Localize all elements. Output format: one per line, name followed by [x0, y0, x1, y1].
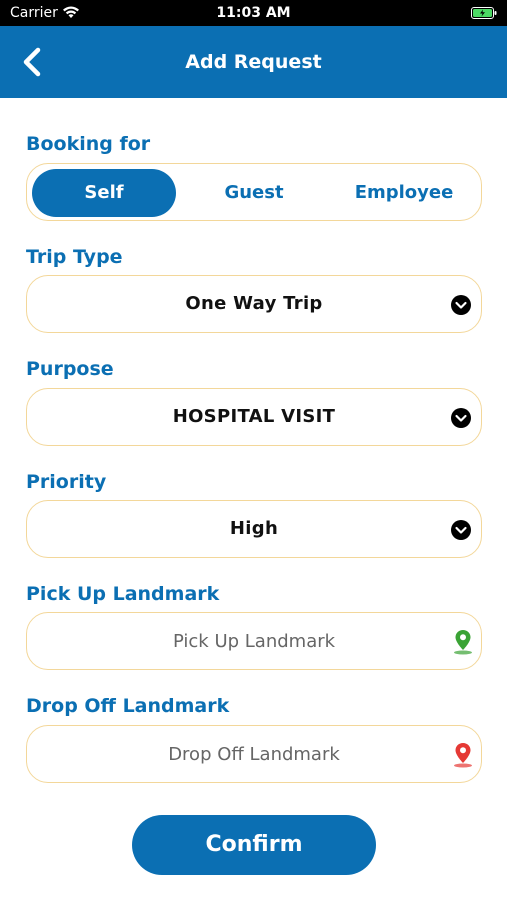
status-bar: Carrier 11:03 AM — [0, 0, 507, 26]
booking-for-label: Booking for — [26, 133, 151, 155]
dropoff-landmark-label: Drop Off Landmark — [26, 695, 230, 717]
booking-option-self[interactable]: Self — [32, 169, 176, 217]
priority-value: High — [229, 518, 279, 539]
trip-type-select[interactable]: One Way Trip — [26, 275, 482, 333]
battery-charging-icon — [471, 7, 497, 19]
pickup-landmark-field — [26, 612, 482, 670]
nav-header: Add Request — [0, 26, 507, 98]
confirm-button[interactable]: Confirm — [132, 815, 376, 875]
map-pin-red-icon[interactable] — [451, 741, 475, 769]
chevron-down-icon — [451, 520, 471, 540]
booking-option-employee[interactable]: Employee — [332, 169, 476, 217]
purpose-value: HOSPITAL VISIT — [172, 406, 336, 427]
pickup-landmark-label: Pick Up Landmark — [26, 583, 220, 605]
purpose-label: Purpose — [26, 358, 114, 380]
trip-type-value: One Way Trip — [185, 293, 323, 314]
purpose-select[interactable]: HOSPITAL VISIT — [26, 388, 482, 446]
chevron-down-icon — [451, 408, 471, 428]
chevron-down-icon — [451, 295, 471, 315]
pickup-landmark-input[interactable] — [27, 613, 481, 669]
dropoff-landmark-field — [26, 725, 482, 783]
booking-for-segmented-control: Self Guest Employee — [26, 163, 482, 221]
map-pin-green-icon[interactable] — [451, 628, 475, 656]
dropoff-landmark-input[interactable] — [27, 726, 481, 782]
status-time: 11:03 AM — [216, 5, 291, 21]
booking-option-guest[interactable]: Guest — [182, 169, 326, 217]
trip-type-label: Trip Type — [26, 246, 123, 268]
page-title: Add Request — [185, 51, 322, 73]
priority-select[interactable]: High — [26, 500, 482, 558]
priority-label: Priority — [26, 471, 107, 493]
